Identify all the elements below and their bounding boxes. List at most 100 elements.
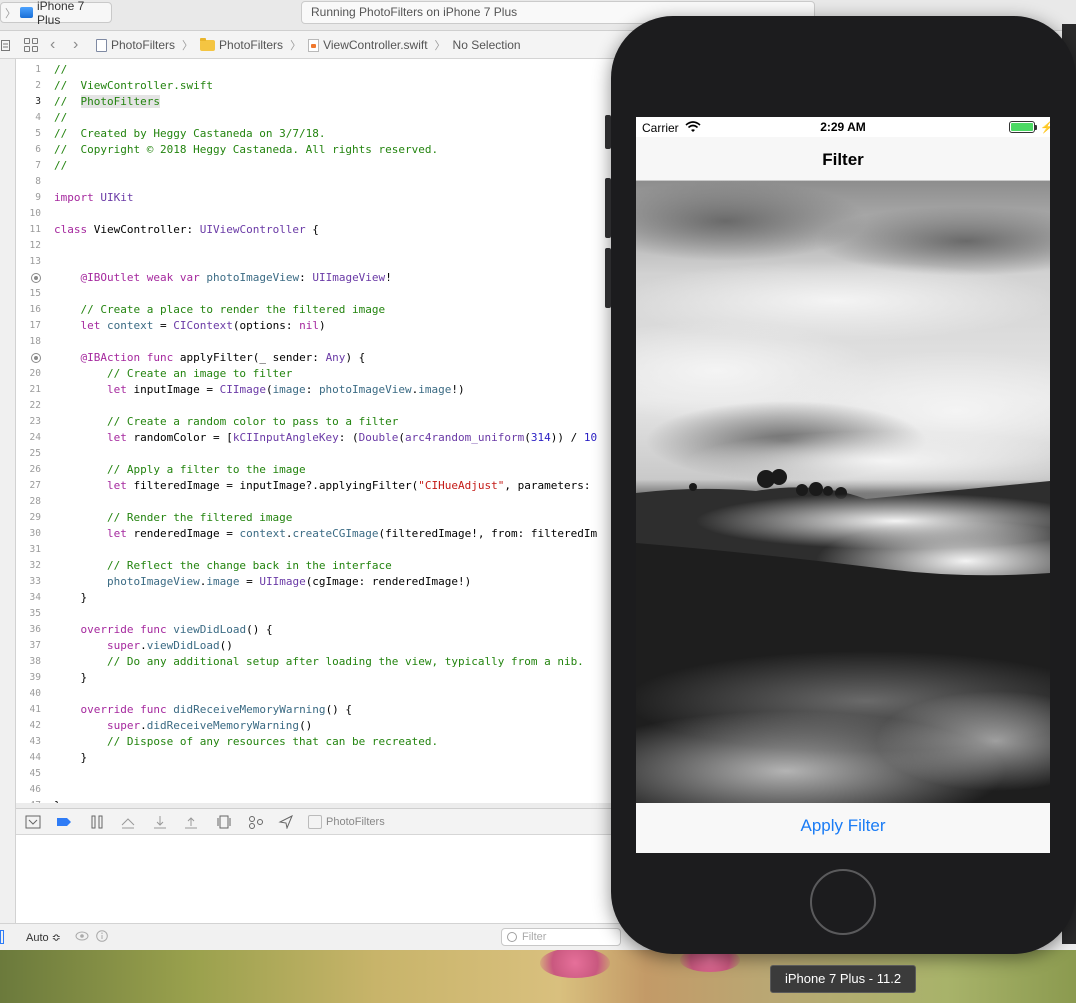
code-line[interactable]: 4 // bbox=[16, 110, 636, 126]
breakpoint-icon[interactable] bbox=[31, 353, 41, 363]
line-number[interactable]: 45 bbox=[16, 766, 41, 782]
auto-variables-selector[interactable]: Auto ≎ bbox=[26, 931, 61, 944]
eye-icon[interactable] bbox=[75, 931, 89, 941]
line-number[interactable]: 28 bbox=[16, 494, 41, 510]
variables-console-area[interactable] bbox=[16, 835, 636, 923]
breadcrumb-file[interactable]: ViewController.swift bbox=[323, 38, 427, 52]
code-line[interactable]: 33 photoImageView.image = UIImage(cgImag… bbox=[16, 574, 636, 590]
line-number[interactable]: 41 bbox=[16, 702, 41, 718]
code-line[interactable]: 7 // bbox=[16, 158, 636, 174]
line-number[interactable]: 44 bbox=[16, 750, 41, 766]
code-line[interactable]: 37 super.viewDidLoad() bbox=[16, 638, 636, 654]
code-line[interactable]: 2 // ViewController.swift bbox=[16, 78, 636, 94]
hide-debug-area-icon[interactable] bbox=[25, 815, 41, 829]
line-number[interactable]: 42 bbox=[16, 718, 41, 734]
code-line[interactable]: 36 override func viewDidLoad() { bbox=[16, 622, 636, 638]
code-line[interactable]: 32 // Reflect the change back in the int… bbox=[16, 558, 636, 574]
code-line[interactable]: 31 bbox=[16, 542, 636, 558]
related-items-grid-icon[interactable] bbox=[24, 31, 38, 59]
code-line[interactable]: 43 // Dispose of any resources that can … bbox=[16, 734, 636, 750]
line-number[interactable]: 38 bbox=[16, 654, 41, 670]
simulate-location-icon[interactable] bbox=[278, 815, 294, 829]
code-line[interactable]: 24 let randomColor = [kCIInputAngleKey: … bbox=[16, 430, 636, 446]
line-number[interactable]: 40 bbox=[16, 686, 41, 702]
code-line[interactable]: 13 bbox=[16, 254, 636, 270]
code-line[interactable]: 16 // Create a place to render the filte… bbox=[16, 302, 636, 318]
source-editor[interactable]: 1 // 2 // ViewController.swift 3 // PhotoFilt… bbox=[16, 59, 636, 803]
code-line[interactable]: 9 import UIKit bbox=[16, 190, 636, 206]
code-line[interactable]: @IBOutlet weak var photoImageView: UIIma… bbox=[16, 270, 636, 286]
breadcrumb-selection[interactable]: No Selection bbox=[453, 38, 521, 52]
code-line[interactable]: 10 bbox=[16, 206, 636, 222]
line-number[interactable]: 24 bbox=[16, 430, 41, 446]
line-number[interactable]: 4 bbox=[16, 110, 41, 126]
code-line[interactable]: 46 bbox=[16, 782, 636, 798]
back-arrow-icon[interactable]: ‹ bbox=[50, 31, 55, 59]
line-number[interactable]: 13 bbox=[16, 254, 41, 270]
code-line[interactable]: 23 // Create a random color to pass to a… bbox=[16, 414, 636, 430]
code-line[interactable]: 11 class ViewController: UIViewController… bbox=[16, 222, 636, 238]
line-number[interactable]: 17 bbox=[16, 318, 41, 334]
code-line[interactable]: 38 // Do any additional setup after load… bbox=[16, 654, 636, 670]
code-line[interactable]: 28 bbox=[16, 494, 636, 510]
filter-input[interactable]: Filter bbox=[501, 928, 621, 946]
line-number[interactable]: 32 bbox=[16, 558, 41, 574]
line-number[interactable]: 25 bbox=[16, 446, 41, 462]
line-number[interactable]: 21 bbox=[16, 382, 41, 398]
line-number[interactable]: 47 bbox=[16, 798, 41, 803]
code-line[interactable]: 30 let renderedImage = context.createCGI… bbox=[16, 526, 636, 542]
code-line[interactable]: 22 bbox=[16, 398, 636, 414]
line-number[interactable]: 1 bbox=[16, 62, 41, 78]
view-hierarchy-icon[interactable] bbox=[216, 815, 232, 829]
breadcrumb-project[interactable]: PhotoFilters bbox=[111, 38, 175, 52]
line-number[interactable]: 2 bbox=[16, 78, 41, 94]
step-out-icon[interactable] bbox=[183, 815, 199, 829]
forward-arrow-icon[interactable]: › bbox=[73, 31, 78, 59]
line-number[interactable]: 7 bbox=[16, 158, 41, 174]
code-line[interactable]: 45 bbox=[16, 766, 636, 782]
line-number[interactable]: 20 bbox=[16, 366, 41, 382]
code-line[interactable]: 34 } bbox=[16, 590, 636, 606]
line-number[interactable]: 22 bbox=[16, 398, 41, 414]
apply-filter-button[interactable]: Apply Filter bbox=[636, 816, 1050, 836]
scheme-device-selector[interactable]: 〉 iPhone 7 Plus bbox=[0, 0, 112, 27]
code-line[interactable]: 35 bbox=[16, 606, 636, 622]
line-number[interactable]: 43 bbox=[16, 734, 41, 750]
line-number[interactable]: 26 bbox=[16, 462, 41, 478]
home-button[interactable] bbox=[810, 869, 876, 935]
step-into-icon[interactable] bbox=[152, 815, 168, 829]
code-line[interactable]: 6 // Copyright © 2018 Heggy Castaneda. Al… bbox=[16, 142, 636, 158]
code-line[interactable]: 8 bbox=[16, 174, 636, 190]
line-number[interactable]: 27 bbox=[16, 478, 41, 494]
line-number[interactable]: 15 bbox=[16, 286, 41, 302]
line-number[interactable]: 5 bbox=[16, 126, 41, 142]
code-line[interactable]: 12 bbox=[16, 238, 636, 254]
line-number[interactable]: 35 bbox=[16, 606, 41, 622]
code-line[interactable]: 25 bbox=[16, 446, 636, 462]
breakpoint-icon[interactable] bbox=[31, 273, 41, 283]
line-number[interactable]: 23 bbox=[16, 414, 41, 430]
line-number[interactable]: 16 bbox=[16, 302, 41, 318]
code-line[interactable]: 42 super.didReceiveMemoryWarning() bbox=[16, 718, 636, 734]
line-number[interactable]: 18 bbox=[16, 334, 41, 350]
memory-graph-icon[interactable] bbox=[248, 815, 264, 829]
step-over-icon[interactable] bbox=[120, 815, 136, 829]
code-line[interactable]: 21 let inputImage = CIImage(image: photo… bbox=[16, 382, 636, 398]
line-number[interactable]: 9 bbox=[16, 190, 41, 206]
code-line[interactable]: 41 override func didReceiveMemoryWarning… bbox=[16, 702, 636, 718]
code-line[interactable]: 18 bbox=[16, 334, 636, 350]
editor-options-icon[interactable] bbox=[1, 31, 10, 59]
info-icon[interactable] bbox=[96, 930, 108, 942]
line-number[interactable]: 31 bbox=[16, 542, 41, 558]
code-line[interactable]: 15 bbox=[16, 286, 636, 302]
line-number[interactable]: 11 bbox=[16, 222, 41, 238]
code-line[interactable]: 40 bbox=[16, 686, 636, 702]
line-number[interactable]: 46 bbox=[16, 782, 41, 798]
debug-target[interactable]: PhotoFilters bbox=[308, 813, 385, 831]
code-line[interactable]: 39 } bbox=[16, 670, 636, 686]
code-line[interactable]: 27 let filteredImage = inputImage?.apply… bbox=[16, 478, 636, 494]
line-number[interactable]: 37 bbox=[16, 638, 41, 654]
code-line[interactable]: 29 // Render the filtered image bbox=[16, 510, 636, 526]
code-line[interactable]: 1 // bbox=[16, 62, 636, 78]
code-line[interactable]: 47} bbox=[16, 798, 636, 803]
